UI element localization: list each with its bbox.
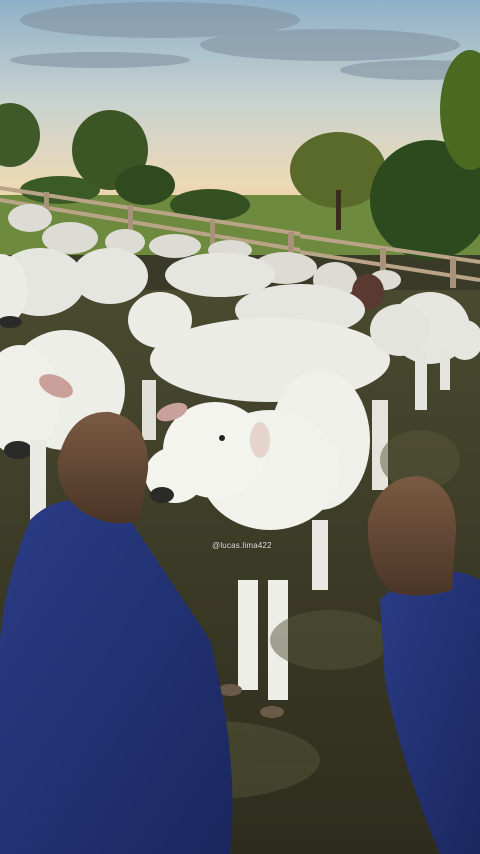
right-boot bbox=[367, 476, 456, 596]
scene-illustration bbox=[0, 0, 480, 854]
cattle-corral-photo: @lucas.lima422 bbox=[0, 0, 480, 854]
watermark-text: @lucas.lima422 bbox=[212, 541, 272, 550]
